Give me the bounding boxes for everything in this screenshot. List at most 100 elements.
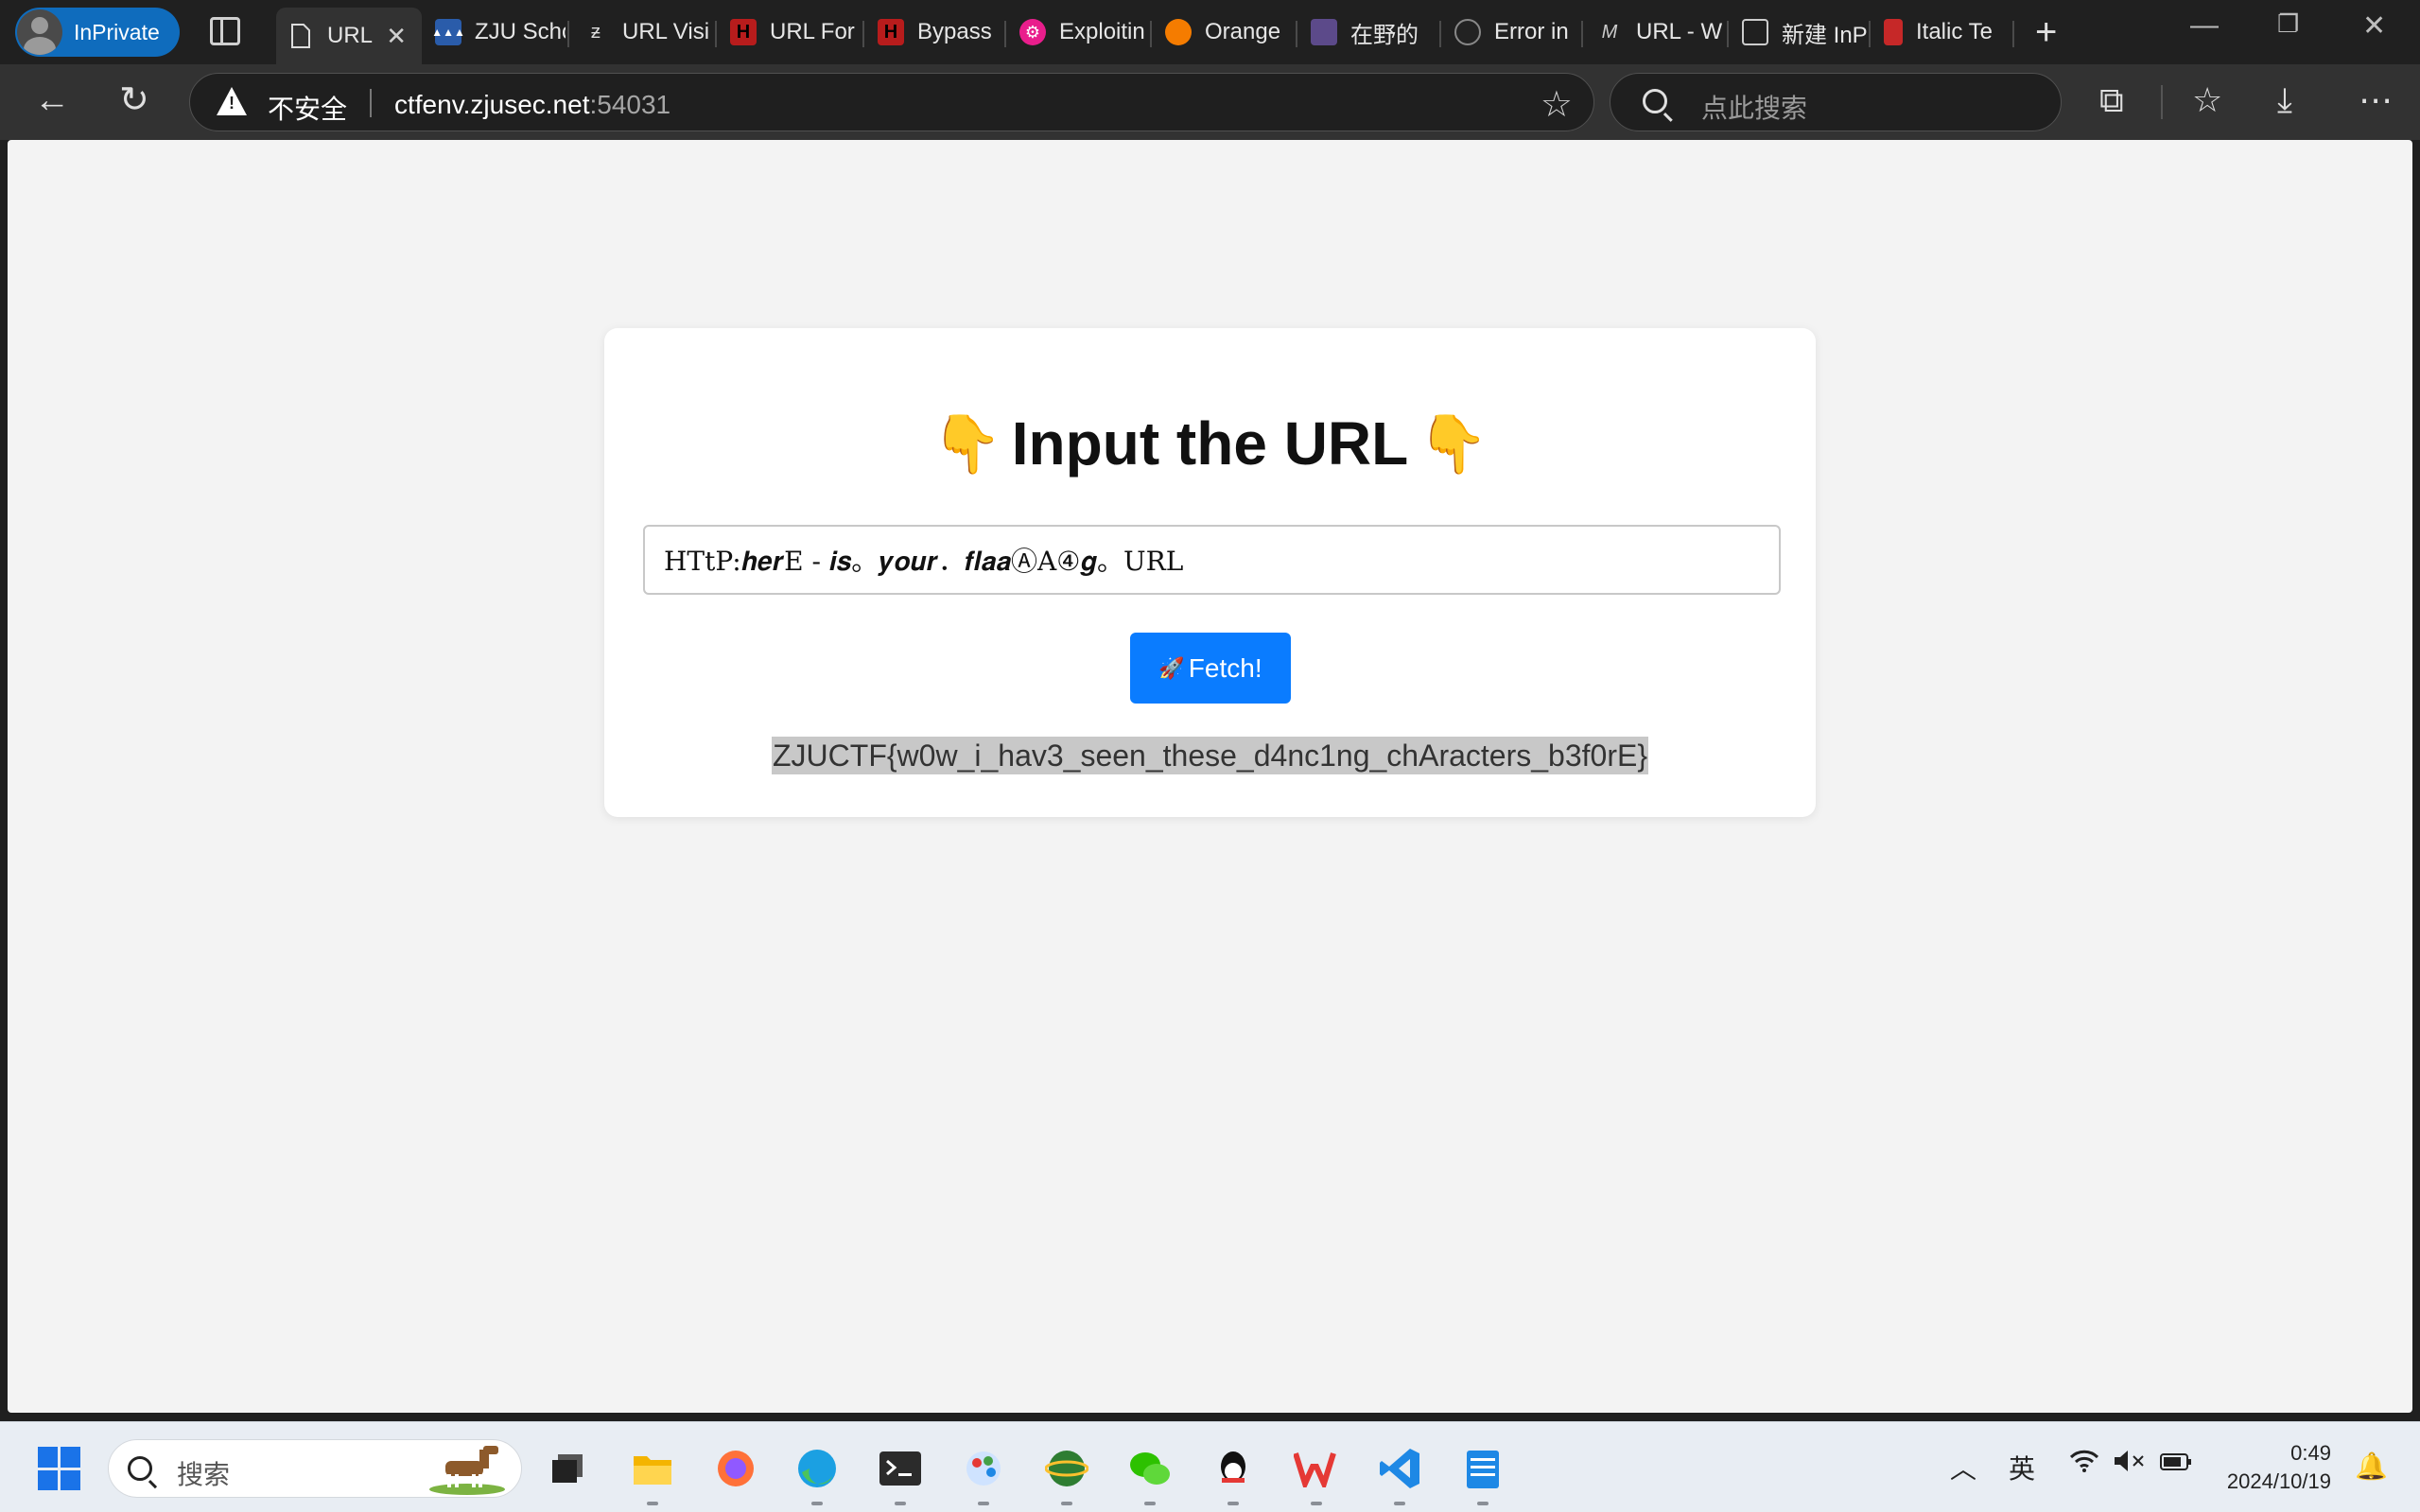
tab-error[interactable]: Error in xyxy=(1443,8,1585,57)
restore-icon[interactable]: ❐ xyxy=(2277,9,2299,39)
network-icon[interactable] xyxy=(1042,1445,1091,1492)
tab-title: Exploitin xyxy=(1059,19,1145,44)
search-placeholder: 点此搜索 xyxy=(1701,94,1808,123)
close-window-icon[interactable]: ✕ xyxy=(2362,9,2386,43)
tab-title: ZJU School xyxy=(475,19,566,44)
tab-title: URL Visi xyxy=(622,19,710,44)
system-clock[interactable]: 0:49 2024/10/19 xyxy=(2218,1439,2331,1496)
address-bar[interactable]: 不安全 ctfenv.zjusec.net:54031 ☆ xyxy=(189,73,1594,131)
tab-title: Italic Te xyxy=(1916,19,1993,44)
profile-avatar xyxy=(17,9,62,55)
wifi-icon[interactable] xyxy=(2069,1449,2099,1480)
notification-bell-icon[interactable]: 🔔 xyxy=(2355,1451,2388,1482)
browser-toolbar: ← ↻ 不安全 ctfenv.zjusec.net:54031 ☆ 点此搜索 ⧉… xyxy=(0,64,2420,140)
tab-strip: InPrivate URL ✕ ▲▲▲ ZJU School ƶ URL Vis… xyxy=(0,0,2420,64)
ime-indicator[interactable]: 英 xyxy=(2009,1449,2035,1486)
tab-title: Error in xyxy=(1494,19,1569,44)
clock-date: 2024/10/19 xyxy=(2226,1469,2331,1493)
start-icon[interactable] xyxy=(38,1447,81,1490)
pointing-down-icon: 👇 xyxy=(931,411,1002,476)
tab-url-format[interactable]: H URL For xyxy=(719,8,861,57)
paint-icon[interactable] xyxy=(959,1445,1008,1492)
more-menu-icon[interactable]: ⋯ xyxy=(2359,81,2393,119)
back-icon[interactable]: ← xyxy=(34,81,70,119)
orange-icon xyxy=(1165,19,1192,45)
tab-url-wiki[interactable]: M URL - W xyxy=(1585,8,1727,57)
url-text[interactable]: ctfenv.zjusec.net:54031 xyxy=(394,90,670,120)
page-viewport: 👇 Input the URL 👇 🚀 Fetch! ZJUCTF{w0w_i_… xyxy=(8,140,2412,1413)
url-port: :54031 xyxy=(589,90,671,119)
tab-new-inprivate[interactable]: 新建 InP xyxy=(1731,8,1872,57)
downloads-icon[interactable]: ⤓ xyxy=(2277,81,2292,119)
result-area: ZJUCTF{w0w_i_hav3_seen_these_d4nc1ng_chA… xyxy=(604,737,1816,774)
m-icon: M xyxy=(1601,21,1618,43)
page-icon xyxy=(287,23,314,49)
red-h-icon: H xyxy=(730,19,757,45)
favorite-star-icon[interactable]: ☆ xyxy=(1541,83,1573,126)
clock-time: 0:49 xyxy=(2290,1441,2331,1465)
red-h-icon: H xyxy=(878,19,904,45)
tab-title: URL - W xyxy=(1636,19,1723,44)
terminal-icon[interactable] xyxy=(876,1445,925,1492)
url-card: 👇 Input the URL 👇 🚀 Fetch! ZJUCTF{w0w_i_… xyxy=(604,328,1816,817)
search-icon xyxy=(1643,89,1667,113)
tab-exploiting[interactable]: ⚙ Exploitin xyxy=(1008,8,1150,57)
tab-in-the-wild[interactable]: 在野的 xyxy=(1299,8,1441,57)
tab-orange[interactable]: Orange xyxy=(1154,8,1296,57)
fetch-button[interactable]: 🚀 Fetch! xyxy=(1130,633,1291,704)
magenta-gear-icon: ⚙ xyxy=(1019,19,1046,45)
new-tab-button[interactable]: + xyxy=(2035,13,2057,51)
tab-title: 新建 InP xyxy=(1782,22,1868,48)
notepad-icon[interactable] xyxy=(1458,1445,1507,1492)
extensions-icon[interactable]: ⧉ xyxy=(2099,81,2124,119)
taskbar: 搜索 ︿ 英 0:49 2024/10/19 🔔 xyxy=(0,1421,2420,1512)
edge-icon[interactable] xyxy=(792,1445,842,1492)
tab-title: URL xyxy=(327,23,374,48)
url-host: ctfenv.zjusec.net xyxy=(394,90,590,119)
refresh-icon[interactable]: ↻ xyxy=(119,81,149,119)
firefox-icon[interactable] xyxy=(711,1445,760,1492)
task-view-icon[interactable] xyxy=(543,1445,592,1492)
anime-icon xyxy=(1311,19,1337,45)
volume-muted-icon[interactable] xyxy=(2113,1449,2145,1480)
tray-overflow-icon[interactable]: ︿ xyxy=(1950,1449,1976,1486)
warning-icon xyxy=(217,87,247,115)
tab-actions-icon[interactable] xyxy=(210,17,240,45)
battery-icon[interactable] xyxy=(2160,1449,2192,1479)
tab-title: Bypass xyxy=(917,19,992,44)
inprivate-badge[interactable]: InPrivate xyxy=(15,8,180,57)
result-flag[interactable]: ZJUCTF{w0w_i_hav3_seen_these_d4nc1ng_chA… xyxy=(772,737,1648,774)
tab-title: Orange xyxy=(1205,19,1281,44)
qq-icon[interactable] xyxy=(1209,1445,1258,1492)
url-input[interactable] xyxy=(643,525,1781,595)
vscode-icon[interactable] xyxy=(1375,1445,1424,1492)
minimize-icon[interactable]: — xyxy=(2190,9,2219,42)
page-title: 👇 Input the URL 👇 xyxy=(604,408,1816,478)
github-icon xyxy=(1454,19,1481,45)
z-icon: ƶ xyxy=(591,21,601,43)
taskbar-search[interactable]: 搜索 xyxy=(108,1439,522,1498)
tab-url-visit[interactable]: ƶ URL Visi xyxy=(571,8,713,57)
search-icon xyxy=(128,1456,152,1481)
favorites-icon[interactable]: ☆ xyxy=(2192,81,2222,119)
wechat-icon[interactable] xyxy=(1125,1445,1175,1492)
file-explorer-icon[interactable] xyxy=(628,1445,677,1492)
red-book-icon xyxy=(1884,19,1903,45)
inprivate-label: InPrivate xyxy=(74,19,160,44)
tab-title: URL For xyxy=(770,19,855,44)
taskbar-search-placeholder: 搜索 xyxy=(177,1460,231,1489)
zju-icon: ▲▲▲ xyxy=(431,19,465,45)
wps-icon[interactable] xyxy=(1292,1445,1341,1492)
close-tab-icon[interactable]: ✕ xyxy=(386,22,407,51)
browser-search-box[interactable]: 点此搜索 xyxy=(1610,73,2062,131)
fetch-label: Fetch! xyxy=(1188,652,1262,683)
security-label[interactable]: 不安全 xyxy=(268,89,347,127)
rocket-icon: 🚀 xyxy=(1158,655,1185,680)
tab-zju-school[interactable]: ▲▲▲ ZJU School xyxy=(424,8,566,57)
heading-text: Input the URL xyxy=(1011,409,1409,478)
tab-url[interactable]: URL ✕ xyxy=(276,8,422,64)
tab-bypass[interactable]: H Bypass xyxy=(866,8,1008,57)
tab-italic-text[interactable]: Italic Te xyxy=(1872,8,2014,57)
tab-title: 在野的 xyxy=(1350,22,1419,48)
okapi-illustration-icon xyxy=(429,1446,505,1495)
